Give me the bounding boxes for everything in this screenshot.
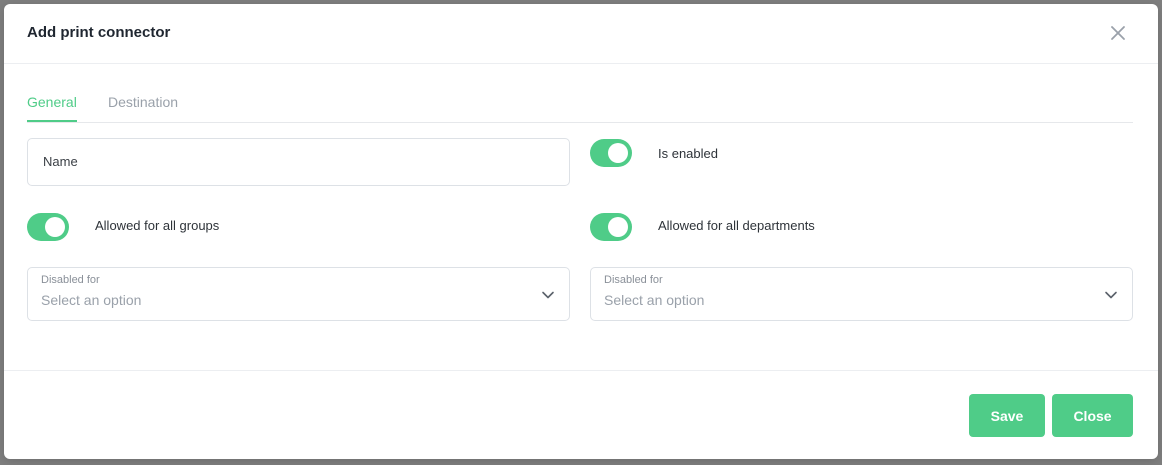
groups-select-label: Disabled for	[41, 274, 100, 286]
save-button[interactable]: Save	[969, 394, 1045, 437]
allowed-all-departments-label: Allowed for all departments	[658, 218, 815, 233]
departments-select-placeholder: Select an option	[604, 292, 705, 308]
allowed-all-groups-toggle[interactable]	[27, 213, 69, 241]
is-enabled-label: Is enabled	[658, 146, 718, 161]
departments-select-label: Disabled for	[604, 274, 663, 286]
tab-destination[interactable]: Destination	[108, 94, 178, 120]
dialog-tabs: General Destination	[27, 94, 1133, 123]
name-input[interactable]	[41, 153, 532, 170]
chevron-down-icon[interactable]	[1104, 288, 1118, 302]
dialog-header: Add print connector	[4, 4, 1158, 64]
departments-disabled-for-select[interactable]: Disabled for Select an option	[590, 267, 1133, 321]
name-field[interactable]	[27, 138, 570, 186]
toggle-knob	[608, 143, 628, 163]
is-enabled-toggle[interactable]	[590, 139, 632, 167]
groups-select-placeholder: Select an option	[41, 292, 142, 308]
toggle-knob	[45, 217, 65, 237]
allowed-all-groups-label: Allowed for all groups	[95, 218, 220, 233]
dialog-title: Add print connector	[27, 24, 171, 41]
groups-disabled-for-select[interactable]: Disabled for Select an option	[27, 267, 570, 321]
toggle-knob	[608, 217, 628, 237]
allowed-all-departments-toggle[interactable]	[590, 213, 632, 241]
tab-general[interactable]: General	[27, 94, 77, 122]
close-button[interactable]: Close	[1052, 394, 1133, 437]
chevron-down-icon[interactable]	[541, 288, 555, 302]
close-icon[interactable]	[1108, 23, 1128, 43]
add-print-connector-dialog: Add print connector General Destination …	[4, 4, 1158, 459]
